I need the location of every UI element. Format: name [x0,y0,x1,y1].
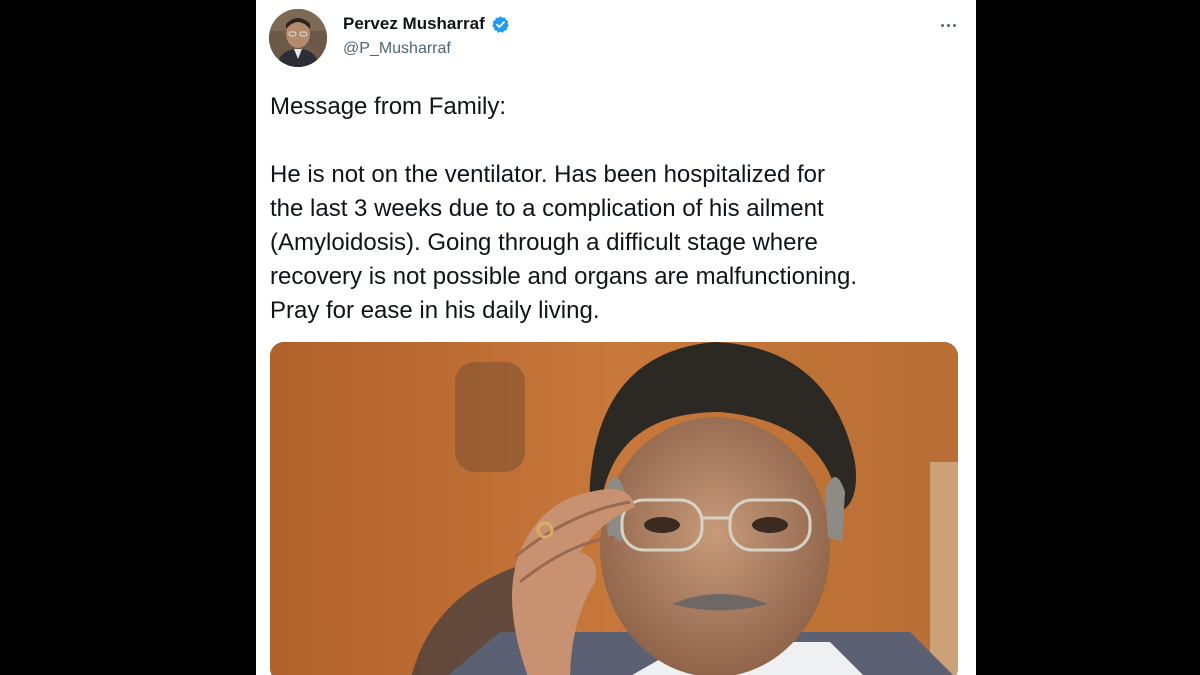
author-name-row[interactable]: Pervez Musharraf [343,14,510,34]
tweet-card[interactable]: Pervez Musharraf @P_Musharraf Message fr… [256,0,976,675]
tweet-text-line: He is not on the ventilator. Has been ho… [270,161,825,188]
author-handle[interactable]: @P_Musharraf [343,40,451,58]
verified-badge-icon [491,15,510,34]
author-avatar[interactable] [269,9,327,67]
tweet-text-line: (Amyloidosis). Going through a difficult… [270,229,818,256]
tweet-photo[interactable] [270,342,958,675]
tweet-text-blank-line [270,124,970,158]
tweet-text-line: the last 3 weeks due to a complication o… [270,195,824,222]
author-name[interactable]: Pervez Musharraf [343,14,485,34]
tweet-text-line: Pray for ease in his daily living. [270,297,600,324]
tweet-text: Message from Family: He is not on the ve… [270,90,970,328]
tweet-text-line: recovery is not possible and organs are … [270,263,857,290]
more-options-icon[interactable] [933,13,963,37]
tweet-text-line: Message from Family: [270,93,507,120]
